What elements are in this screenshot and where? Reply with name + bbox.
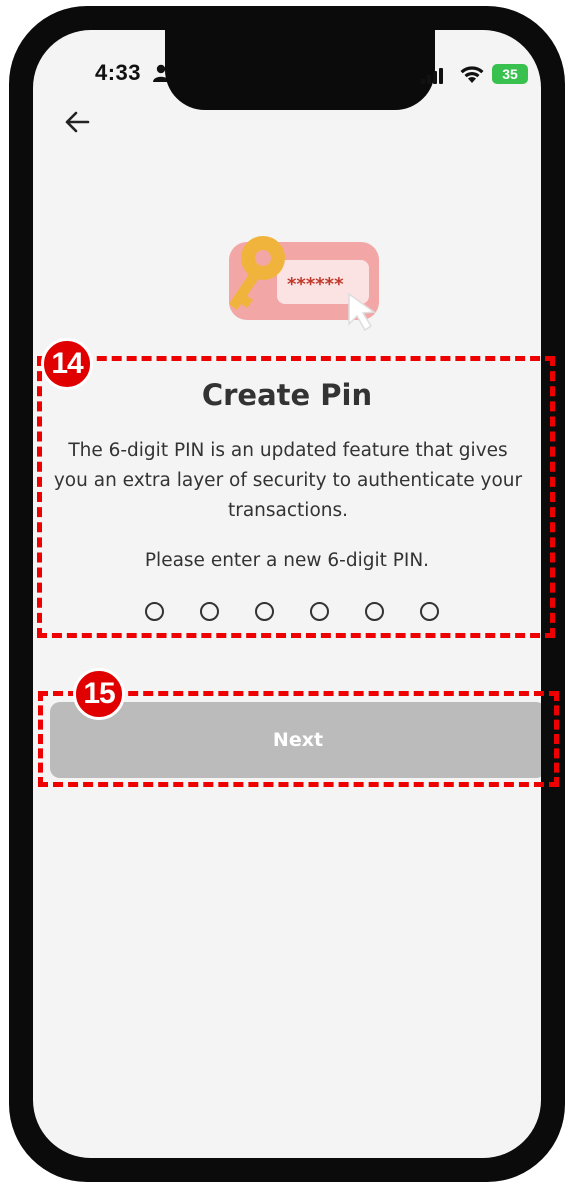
battery-indicator: 35 (492, 64, 528, 84)
status-time: 4:33 (95, 60, 142, 85)
back-button[interactable] (57, 102, 97, 142)
annotation-box-pin-section (37, 356, 555, 638)
arrow-left-icon (65, 111, 90, 133)
key-password-illustration: ****** (229, 236, 379, 332)
annotation-badge-15: 15 (73, 668, 125, 720)
wifi-icon (460, 66, 484, 83)
notch (165, 30, 435, 110)
password-mask-text: ****** (287, 274, 344, 295)
cellular-signal-icon (421, 68, 443, 84)
annotation-badge-14: 14 (41, 338, 93, 390)
